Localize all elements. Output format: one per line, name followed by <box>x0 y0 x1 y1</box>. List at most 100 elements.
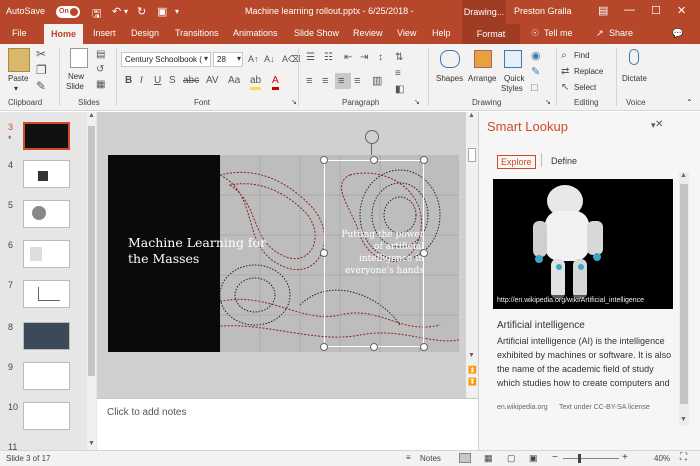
slide-scrollbar[interactable]: ▲ ▼ ⏫ ⏬ <box>466 112 478 398</box>
present-icon[interactable]: ▣ <box>157 5 167 18</box>
align-left-icon[interactable]: ≡ <box>306 75 312 87</box>
explore-tab[interactable]: Explore <box>497 155 536 169</box>
dictate-button[interactable]: Dictate <box>622 74 647 83</box>
zoom-in-icon[interactable]: + <box>622 452 628 463</box>
text-direction-icon[interactable]: ⇅ <box>395 52 403 64</box>
selection-handle[interactable] <box>420 156 428 164</box>
tab-view[interactable]: View <box>397 28 416 38</box>
format-painter-icon[interactable]: ✎ <box>36 80 46 92</box>
scroll-up-icon[interactable]: ▲ <box>680 172 687 179</box>
thumb-slide-9[interactable] <box>23 362 70 390</box>
result-license[interactable]: Text under CC-BY-SA license <box>559 404 650 411</box>
paste-icon[interactable] <box>8 48 30 72</box>
notes-pane[interactable]: Click to add notes <box>97 398 478 450</box>
tab-format[interactable]: Format <box>462 24 520 44</box>
tab-review[interactable]: Review <box>353 28 383 38</box>
smartart-icon[interactable]: ◧ <box>395 84 404 96</box>
select-button[interactable]: Select <box>574 83 596 92</box>
define-tab[interactable]: Define <box>551 156 577 166</box>
select-icon[interactable]: ↖ <box>561 82 569 94</box>
justify-icon[interactable]: ≡ <box>354 75 360 87</box>
center-icon[interactable]: ≡ <box>322 75 328 87</box>
new-slide-icon[interactable] <box>70 48 88 68</box>
thumb-slide-4[interactable] <box>23 160 70 188</box>
paste-dropdown-icon[interactable]: ▾ <box>14 84 18 93</box>
tab-home[interactable]: Home <box>44 24 84 44</box>
layout-icon[interactable]: ▤ <box>96 49 105 61</box>
close-icon[interactable]: ✕ <box>677 4 686 17</box>
slide-title[interactable]: Machine Learning for the Masses <box>128 235 266 267</box>
undo-dropdown-icon[interactable]: ▾ <box>124 7 128 16</box>
tab-help[interactable]: Help <box>432 28 451 38</box>
thumb-slide-6[interactable] <box>23 240 70 268</box>
selection-handle[interactable] <box>420 249 428 257</box>
scroll-down-icon[interactable]: ▼ <box>468 352 475 359</box>
thumb-slide-5[interactable] <box>23 200 70 228</box>
arrange-button[interactable]: Arrange <box>468 74 496 83</box>
tell-me-search[interactable]: Tell me <box>544 28 573 38</box>
normal-view-icon[interactable] <box>459 453 471 463</box>
drawing-dialog-launcher-icon[interactable]: ↘ <box>545 98 551 106</box>
microphone-icon[interactable] <box>629 49 639 65</box>
quick-styles-icon[interactable] <box>504 50 522 68</box>
thumb-slide-7[interactable] <box>23 280 70 308</box>
autosave-toggle[interactable]: On <box>56 6 80 18</box>
line-spacing-icon[interactable]: ↕ <box>378 52 383 64</box>
rotate-handle-icon[interactable] <box>365 130 379 144</box>
save-icon[interactable]: 🖫 <box>92 5 101 24</box>
user-name[interactable]: Preston Gralla <box>514 6 572 16</box>
paragraph-dialog-launcher-icon[interactable]: ↘ <box>414 98 420 106</box>
shrink-font-icon[interactable]: A↓ <box>264 53 275 65</box>
collapse-ribbon-icon[interactable]: ⌃ <box>686 98 693 107</box>
font-name-dropdown-icon[interactable]: ▾ <box>204 54 208 63</box>
replace-icon[interactable]: ⇄ <box>561 66 569 78</box>
tab-design[interactable]: Design <box>131 28 159 38</box>
align-text-icon[interactable]: ≡ <box>395 68 401 80</box>
increase-indent-icon[interactable]: ⇥ <box>360 52 368 64</box>
thumb-slide-3[interactable] <box>23 122 70 150</box>
font-color-icon[interactable]: A <box>272 75 279 90</box>
thumb-slide-8[interactable] <box>23 322 70 350</box>
underline-icon[interactable]: U <box>154 75 161 87</box>
next-slide-icon[interactable]: ⏬ <box>468 378 477 386</box>
notes-placeholder[interactable]: Click to add notes <box>107 407 187 418</box>
change-case-icon[interactable]: Aa <box>228 75 240 87</box>
thumb-slide-10[interactable] <box>23 402 70 430</box>
align-right-icon[interactable]: ≡ <box>338 75 344 87</box>
tab-file[interactable]: File <box>12 28 27 38</box>
new-slide-label-1[interactable]: New <box>68 72 84 81</box>
comments-icon[interactable]: 💬 <box>672 28 683 39</box>
selection-handle[interactable] <box>420 343 428 351</box>
find-button[interactable]: Find <box>574 51 590 60</box>
slide-show-icon[interactable]: ▣ <box>529 453 538 464</box>
start-from-beginning-icon[interactable]: ↻ <box>137 5 146 18</box>
find-icon[interactable]: ⌕ <box>561 50 567 62</box>
previous-slide-icon[interactable]: ⏫ <box>468 366 477 374</box>
section-icon[interactable]: ▦ <box>96 79 105 91</box>
selection-handle[interactable] <box>320 156 328 164</box>
character-spacing-icon[interactable]: AV <box>206 75 219 87</box>
selection-handle[interactable] <box>370 343 378 351</box>
selection-handle[interactable] <box>320 343 328 351</box>
tab-slide-show[interactable]: Slide Show <box>294 28 339 38</box>
reset-icon[interactable]: ↺ <box>96 64 104 76</box>
scroll-down-icon[interactable]: ▼ <box>680 416 687 423</box>
zoom-level[interactable]: 40% <box>654 454 670 463</box>
font-size-dropdown-icon[interactable]: ▾ <box>237 54 241 63</box>
quick-styles-label-1[interactable]: Quick <box>504 74 524 83</box>
result-title[interactable]: Artificial intelligence <box>497 320 585 331</box>
decrease-indent-icon[interactable]: ⇤ <box>344 52 352 64</box>
thumbnails-scrollbar[interactable]: ▲ ▼ <box>87 112 96 450</box>
font-name-box[interactable]: Century Schoolbook ( <box>121 52 211 67</box>
result-image[interactable]: http://en.wikipedia.org/wiki/Artificial_… <box>493 179 673 309</box>
ribbon-display-icon[interactable]: ▤ <box>598 4 608 17</box>
new-slide-label-2[interactable]: Slide <box>66 82 84 91</box>
notes-button[interactable]: Notes <box>420 454 441 463</box>
replace-button[interactable]: Replace <box>574 67 603 76</box>
selection-handle[interactable] <box>370 156 378 164</box>
selection-handle[interactable] <box>320 249 328 257</box>
shapes-button[interactable]: Shapes <box>436 74 463 83</box>
scroll-up-icon[interactable]: ▲ <box>468 112 475 119</box>
bullets-icon[interactable]: ☰ <box>306 52 315 64</box>
strikethrough-icon[interactable]: abc <box>183 75 199 87</box>
